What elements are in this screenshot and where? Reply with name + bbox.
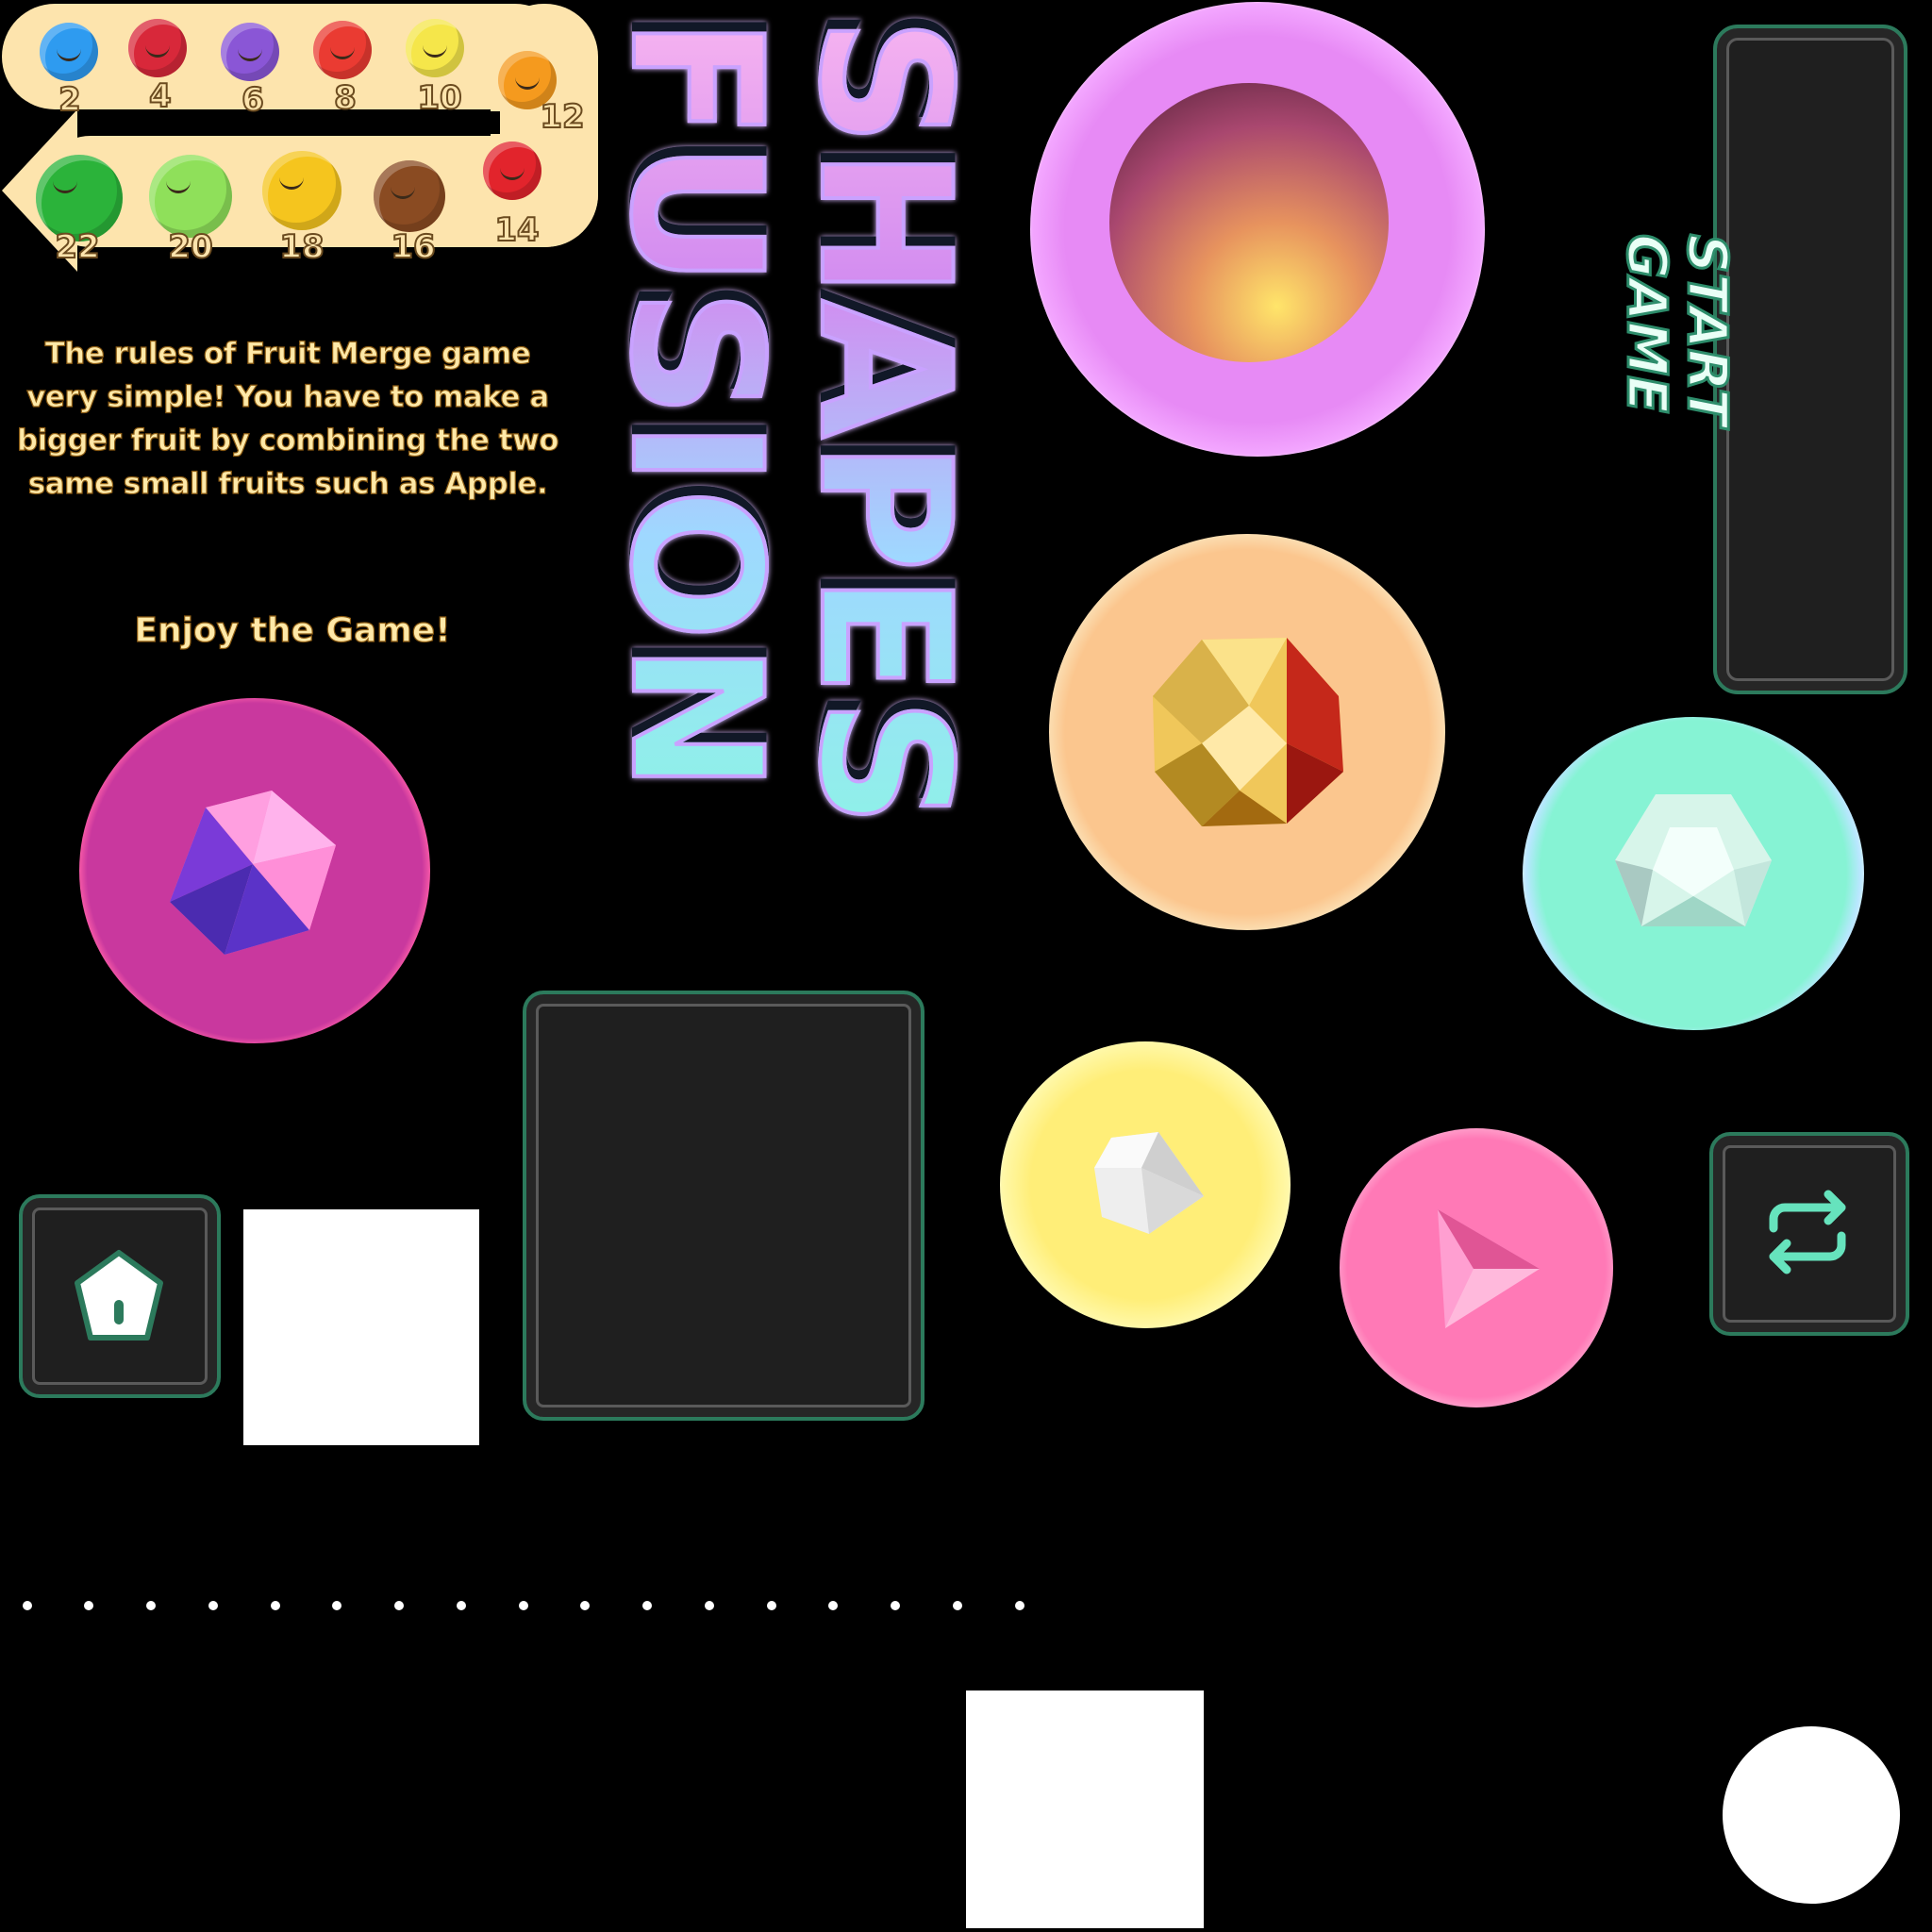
start-game-button[interactable]	[1713, 25, 1907, 694]
fruit-lemon	[406, 19, 464, 77]
enjoy-text: Enjoy the Game!	[134, 610, 451, 650]
dot	[146, 1601, 156, 1610]
white-square-small	[243, 1209, 479, 1445]
rules-line-2: very simple! You have to make a	[26, 379, 550, 414]
gem-icosahedron-pink	[168, 789, 341, 958]
dot	[519, 1601, 528, 1610]
rules-text: The rules of Fruit Merge game very simpl…	[9, 332, 566, 506]
dot	[828, 1601, 838, 1610]
fruit-value-18: 18	[278, 227, 325, 267]
white-square-bottom	[966, 1690, 1204, 1928]
white-circle	[1723, 1726, 1900, 1904]
dot	[1015, 1601, 1024, 1610]
dot	[891, 1601, 900, 1610]
fruit-pineapple	[262, 151, 341, 230]
fruit-strawberry	[313, 21, 372, 79]
dot	[457, 1601, 466, 1610]
fruit-value-22: 22	[54, 227, 100, 267]
dot	[23, 1601, 32, 1610]
start-label-line-2: GAME	[1614, 233, 1681, 415]
start-label-line-1: START	[1674, 233, 1741, 427]
gem-cube-white	[1092, 1130, 1204, 1236]
fruit-cherry	[128, 19, 187, 77]
home-icon[interactable]	[72, 1247, 166, 1343]
gem-icosahedron-gold	[1145, 630, 1349, 834]
fruit-value-16: 16	[390, 227, 436, 267]
fruit-blueberry	[40, 23, 98, 81]
fruit-value-12: 12	[539, 97, 585, 137]
dot	[394, 1601, 404, 1610]
fruit-coconut	[374, 160, 445, 232]
dot	[953, 1601, 962, 1610]
fruit-grape	[221, 23, 279, 81]
fruit-value-6: 6	[241, 80, 265, 120]
dot	[642, 1601, 652, 1610]
dot	[580, 1601, 590, 1610]
play-arrow-icon[interactable]	[1436, 1208, 1540, 1330]
sphere-shape	[1109, 83, 1389, 362]
fruit-value-4: 4	[148, 76, 173, 116]
rules-line-4: same small fruits such as Apple.	[27, 466, 548, 501]
fruit-value-2: 2	[58, 80, 82, 120]
fruit-apple	[483, 142, 541, 200]
dot	[705, 1601, 714, 1610]
gem-dodecahedron-white	[1613, 785, 1774, 945]
dot	[767, 1601, 776, 1610]
dot	[84, 1601, 93, 1610]
fruit-value-8: 8	[333, 78, 358, 118]
fruit-melon	[149, 155, 232, 238]
fruit-value-10: 10	[416, 78, 462, 118]
title-shapes: SHAPES	[778, 15, 991, 831]
title-fusion: FUSION	[590, 15, 802, 796]
dot	[332, 1601, 341, 1610]
start-game-label[interactable]: START GAME	[1614, 233, 1741, 479]
empty-panel	[523, 991, 924, 1421]
fruit-value-14: 14	[493, 210, 540, 250]
rules-line-1: The rules of Fruit Merge game	[44, 336, 531, 371]
rules-line-3: bigger fruit by combining the two	[16, 423, 559, 458]
dot	[208, 1601, 218, 1610]
fruit-value-20: 20	[167, 227, 213, 267]
dot	[271, 1601, 280, 1610]
replay-icon[interactable]	[1760, 1185, 1855, 1279]
